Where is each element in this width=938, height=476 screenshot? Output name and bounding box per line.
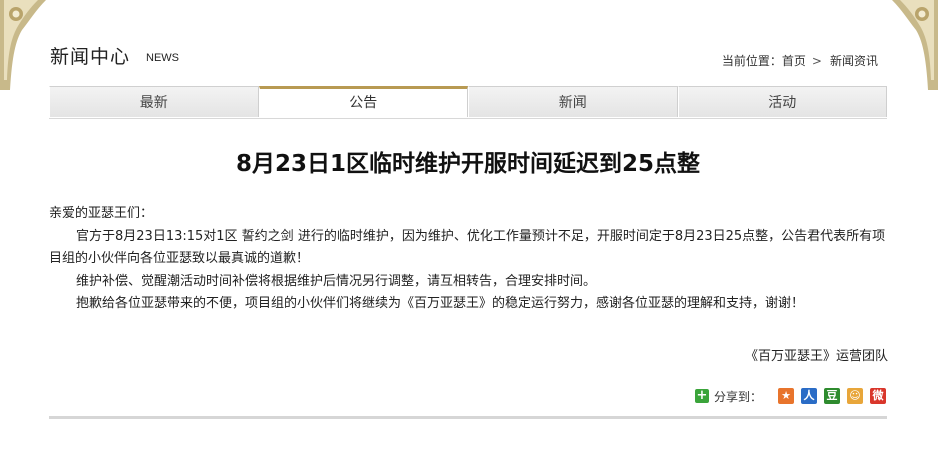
article-paragraph: 维护补偿、觉醒潮活动时间补偿将根据维护后情况另行调整，请互相转告，合理安排时间。 [76,273,597,289]
share-label: 分享到： [713,389,762,404]
article-body: 亲爱的亚瑟王们： 官方于8月23日13:15对1区 誓约之剑 进行的临时维护，因… [49,203,891,316]
article-paragraph: 官方于8月23日13:15对1区 誓约之剑 进行的临时维护，因为维护、优化工作量… [49,228,886,267]
share-bar: + 分享到： ★ 人 豆 ☺ 微 [694,386,886,406]
article-title: 8月23日1区临时维护开服时间延迟到25点整 [235,151,701,177]
footer-divider [49,416,887,419]
page-subtitle: NEWS [146,52,179,64]
ornament-corner-left-icon [0,0,46,90]
share-plus-icon[interactable]: + [694,389,709,403]
tab-announcement[interactable]: 公告 [258,86,468,117]
breadcrumb-prefix: 当前位置： [721,54,782,68]
ornament-corner-right-icon [892,0,938,90]
tab-news[interactable]: 新闻 [468,86,678,117]
breadcrumb-separator: > [811,54,822,68]
tab-events[interactable]: 活动 [677,86,887,117]
qzone-share-icon[interactable]: ★ [778,388,794,404]
article-greeting: 亲爱的亚瑟王们： [49,206,154,221]
article-paragraph: 抱歉给各位亚瑟带来的不便，项目组的小伙伴们将继续为《百万亚瑟王》的稳定运行努力，… [76,296,805,311]
news-page: 新闻中心 NEWS 当前位置：首页 > 新闻资讯 最新 公告 新闻 活动 8月23日… [0,0,938,476]
renren-share-icon[interactable]: 人 [801,388,817,404]
breadcrumb: 当前位置：首页 > 新闻资讯 [722,52,878,69]
breadcrumb-current-link[interactable]: 新闻资讯 [830,54,878,68]
article-signature: 《百万亚瑟王》运营团队 [744,349,888,364]
tab-latest[interactable]: 最新 [49,86,259,117]
news-tabs: 最新 公告 新闻 活动 [49,86,887,119]
kaixin-share-icon[interactable]: ☺ [847,388,863,404]
douban-share-icon[interactable]: 豆 [824,388,840,404]
page-title: 新闻中心 [50,46,131,68]
breadcrumb-home-link[interactable]: 首页 [782,54,806,68]
page-header: 新闻中心 NEWS 当前位置：首页 > 新闻资讯 [50,42,888,72]
weibo-share-icon[interactable]: 微 [870,388,886,404]
